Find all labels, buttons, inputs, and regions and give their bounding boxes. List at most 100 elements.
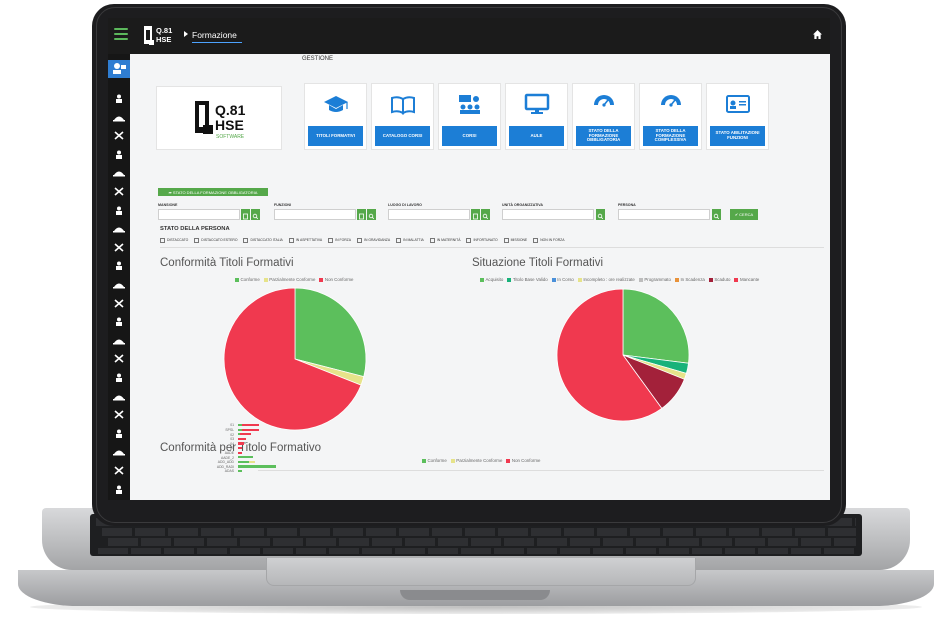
unita-label: UNITÀ ORGANIZZATIVA: [502, 203, 543, 207]
tile-catalogo-corsi[interactable]: CATALOGO CORSI: [371, 83, 434, 150]
funzioni-search-button[interactable]: [367, 209, 376, 220]
sidebar-item-worker[interactable]: [113, 168, 125, 177]
pie-slice-acquisito[interactable]: [622, 288, 690, 364]
tile-button[interactable]: TITOLI FORMATIVI: [308, 126, 363, 146]
bar-category-label: 01: [230, 423, 234, 428]
sidebar-item-truck[interactable]: [113, 298, 125, 308]
bar-conforme[interactable]: [238, 470, 243, 473]
bar-non-conforme[interactable]: [238, 447, 243, 450]
sidebar-item-person[interactable]: [113, 94, 125, 103]
bar-non-conforme[interactable]: [238, 451, 243, 454]
stato-option[interactable]: MISSIONE: [504, 238, 528, 242]
sidebar-item-formazione[interactable]: [108, 60, 130, 78]
sidebar-item-helmet[interactable]: [113, 113, 125, 122]
funzioni-field[interactable]: [274, 209, 356, 220]
legend-item[interactable]: Parzialmente Conforme: [263, 277, 315, 282]
tile-button[interactable]: STATO DELLA FORMAZIONE OBBLIGATORIA: [576, 126, 631, 146]
luogo-list-button[interactable]: [471, 209, 480, 220]
stato-option[interactable]: IN MATERNITÀ: [430, 238, 461, 242]
sidebar-item-flask[interactable]: [113, 373, 125, 382]
tile-stato-della-formazione-obbligatoria[interactable]: STATO DELLA FORMAZIONE OBBLIGATORIA: [572, 83, 635, 150]
legend-item[interactable]: Titolo Base Valido: [507, 277, 548, 282]
mansione-label: MANSIONE: [158, 203, 178, 207]
tile-button[interactable]: STATO DELLA FORMAZIONE COMPLESSIVA: [643, 126, 698, 146]
home-icon[interactable]: [813, 30, 822, 39]
luogo-field[interactable]: [388, 209, 470, 220]
bar-non-conforme[interactable]: [238, 442, 245, 445]
sidebar-item-refresh[interactable]: [113, 261, 125, 271]
bar-non-conforme[interactable]: [242, 428, 259, 431]
refresh-icon: [116, 261, 122, 271]
sidebar-item-hand[interactable]: [113, 243, 125, 252]
sidebar-item-building[interactable]: [113, 485, 125, 494]
sidebar-item-tool[interactable]: [113, 206, 125, 215]
legend-item[interactable]: Acquisito: [480, 277, 503, 282]
sidebar-item-group[interactable]: [113, 150, 125, 159]
unita-field[interactable]: [502, 209, 594, 220]
sidebar-item-chart[interactable]: [113, 224, 125, 233]
mansione-search-button[interactable]: [251, 209, 260, 220]
tile-button[interactable]: CORSI: [442, 126, 497, 146]
persona-search-button[interactable]: [712, 209, 721, 220]
legend-item[interactable]: Incompleto : ore realizzate: [577, 277, 635, 282]
stato-option[interactable]: IN ASPETTATIVA: [289, 238, 322, 242]
legend-item[interactable]: In Scadenza: [674, 277, 705, 282]
legend-swatch: [638, 277, 643, 282]
chart2-title: Situazione Titoli Formativi: [472, 257, 604, 269]
bar-non-conforme[interactable]: [240, 433, 251, 436]
stato-option[interactable]: IN FORZA: [328, 238, 351, 242]
stato-option[interactable]: DISTACCATO ESTERO: [194, 238, 237, 242]
bar-conforme[interactable]: [238, 456, 253, 459]
bar-conforme[interactable]: [238, 460, 249, 463]
edit-icon: [113, 339, 125, 345]
cerca-button[interactable]: ✔ CERCA: [730, 209, 758, 220]
sidebar-item-bar-chart[interactable]: [113, 410, 125, 419]
tile-aule[interactable]: AULE: [505, 83, 568, 150]
sidebar-item-list[interactable]: [113, 317, 125, 327]
tile-stato-abilitazioni-funzioni[interactable]: STATO ABILITAZIONI FUNZIONI: [706, 83, 769, 150]
breadcrumb[interactable]: Formazione: [192, 30, 237, 40]
tile-button[interactable]: CATALOGO CORSI: [375, 126, 430, 146]
luogo-search-button[interactable]: [481, 209, 490, 220]
sidebar-item-run[interactable]: [113, 280, 125, 289]
sidebar-item-chat[interactable]: [113, 392, 125, 401]
tile-stato-della-formazione-complessiva[interactable]: STATO DELLA FORMAZIONE COMPLESSIVA: [639, 83, 702, 150]
sidebar-item-tools[interactable]: [113, 131, 125, 140]
tile-button[interactable]: STATO ABILITAZIONI FUNZIONI: [710, 126, 765, 146]
tile-titoli-formativi[interactable]: TITOLI FORMATIVI: [304, 83, 367, 150]
mansione-list-button[interactable]: [241, 209, 250, 220]
legend-item[interactable]: Non Conforme: [319, 277, 353, 282]
funzioni-label: FUNZIONI: [274, 203, 291, 207]
sidebar-item-edit[interactable]: [113, 336, 125, 345]
stato-option[interactable]: INFORTUNATO: [466, 238, 497, 242]
persona-field[interactable]: [618, 209, 710, 220]
legend-item[interactable]: Conforme: [235, 277, 260, 282]
legend-item[interactable]: Mancante: [734, 277, 759, 282]
id-card-icon: [726, 95, 750, 113]
sidebar-item-wrench[interactable]: [113, 354, 125, 363]
bar-conforme[interactable]: [238, 465, 276, 468]
menu-icon[interactable]: [114, 28, 128, 40]
stato-formazione-button[interactable]: ➦ STATO DELLA FORMAZIONE OBBLIGATORIA: [158, 188, 268, 196]
stato-option[interactable]: IN MALATTIA: [396, 238, 424, 242]
mansione-field[interactable]: [158, 209, 240, 220]
stato-option[interactable]: DISTACCATO ITALIA: [243, 238, 282, 242]
legend-item[interactable]: Scaduto: [708, 277, 730, 282]
stato-option[interactable]: NON IN FORZA: [533, 238, 564, 242]
bar-parzialmente-conforme[interactable]: [248, 460, 255, 463]
bar-non-conforme[interactable]: [238, 437, 247, 440]
top-bar: Q.81 HSE Formazione: [108, 18, 830, 54]
unita-search-button[interactable]: [596, 209, 605, 220]
funzioni-list-button[interactable]: [357, 209, 366, 220]
stato-option[interactable]: IN GRAVIDANZA: [357, 238, 390, 242]
stato-persona-title: STATO DELLA PERSONA: [160, 226, 230, 232]
cerca-label: CERCA: [739, 212, 754, 217]
sidebar-item-fire[interactable]: [113, 187, 125, 196]
gauge-icon: [661, 95, 681, 115]
stato-option[interactable]: DISTACCATO: [160, 238, 188, 242]
legend-item[interactable]: In Corso: [551, 277, 574, 282]
tile-corsi[interactable]: CORSI: [438, 83, 501, 150]
legend-item[interactable]: Programmato: [638, 277, 671, 282]
bar-non-conforme[interactable]: [242, 424, 259, 427]
tile-button[interactable]: AULE: [509, 126, 564, 146]
